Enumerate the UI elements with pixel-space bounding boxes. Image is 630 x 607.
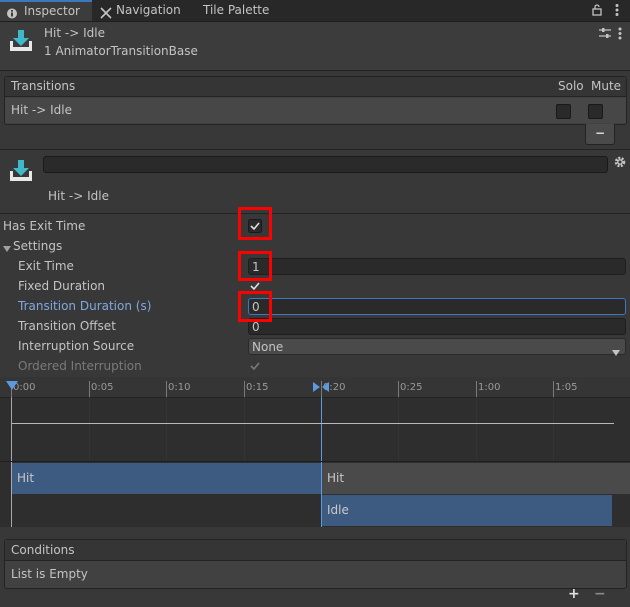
source-state-repeat-bar[interactable]: Hit [322, 463, 630, 494]
ordered-interruption-checkbox[interactable] [248, 359, 262, 373]
conditions-list: Conditions List is Empty [4, 539, 627, 589]
highlight-exit-time [238, 251, 272, 281]
exit-time-field[interactable]: 1 [248, 258, 626, 275]
destination-state-bar[interactable]: Idle [322, 495, 612, 526]
has-exit-time-label: Has Exit Time [3, 219, 86, 233]
transition-row-label: Hit -> Idle [11, 103, 72, 117]
header-title: Hit -> Idle [44, 26, 105, 40]
transition-offset-label: Transition Offset [18, 319, 116, 333]
tab-inspector[interactable]: Inspector [0, 0, 92, 21]
transition-title: Hit -> Idle [48, 189, 109, 203]
tab-navigation[interactable]: Navigation [100, 0, 200, 21]
divider [0, 461, 630, 462]
tab-navigation-label: Navigation [116, 3, 181, 17]
source-state-bar[interactable]: Hit [12, 463, 321, 494]
transition-duration-label: Transition Duration (s) [18, 299, 152, 313]
conditions-header-label: Conditions [11, 543, 75, 557]
info-icon [6, 6, 18, 19]
list-item[interactable]: Hit -> Idle [5, 98, 626, 123]
navigation-icon [100, 5, 112, 19]
tick-label: 0:15 [246, 382, 269, 393]
conditions-empty-text: List is Empty [11, 567, 88, 581]
tab-tile-palette-label: Tile Palette [203, 3, 270, 17]
tab-bar: Inspector Navigation Tile Palette [0, 0, 630, 22]
mute-header-label: Mute [591, 79, 622, 93]
transition-icon [10, 30, 32, 52]
ordered-interruption-label: Ordered Interruption [18, 359, 142, 373]
exit-time-label: Exit Time [18, 259, 74, 273]
chevron-down-icon [612, 344, 620, 356]
fixed-duration-label: Fixed Duration [18, 279, 106, 293]
tab-tile-palette[interactable]: Tile Palette [203, 0, 269, 21]
preset-icon[interactable] [599, 27, 611, 39]
transitions-list: Transitions Solo Mute Hit -> Idle [4, 76, 627, 125]
tab-inspector-label: Inspector [24, 4, 80, 18]
mute-checkbox[interactable] [588, 104, 603, 119]
remove-condition-button[interactable]: − [594, 586, 606, 602]
header-subtitle: 1 AnimatorTransitionBase [44, 44, 198, 58]
transitions-header-label: Transitions [11, 79, 76, 93]
start-marker-icon[interactable] [6, 380, 18, 390]
gear-icon[interactable] [614, 156, 626, 168]
interruption-source-value: None [252, 340, 284, 354]
transition-name-input[interactable] [43, 156, 608, 173]
tick-label: 1:05 [555, 382, 578, 393]
divider [0, 149, 630, 150]
transition-marker-icon[interactable] [313, 381, 329, 392]
transitions-list-header: Transitions Solo Mute [5, 77, 626, 97]
tick-label: 1:00 [478, 382, 501, 393]
settings-foldout-label[interactable]: Settings [13, 239, 62, 253]
remove-transition-button[interactable]: − [585, 124, 615, 145]
curve-line [12, 423, 614, 424]
interruption-source-dropdown[interactable]: None [248, 338, 626, 356]
highlight-transition-duration [238, 291, 272, 322]
transition-duration-field[interactable]: 0 [248, 298, 626, 315]
interruption-source-label: Interruption Source [18, 339, 135, 353]
inspector-header: Hit -> Idle 1 AnimatorTransitionBase [0, 22, 630, 71]
highlight-has-exit-time [238, 207, 272, 240]
solo-checkbox[interactable] [556, 104, 571, 119]
divider [0, 213, 630, 214]
transition-timeline[interactable]: 0:00 0:05 0:10 0:15 0:20 0:25 1:00 1:05 … [0, 377, 630, 527]
solo-header-label: Solo [558, 79, 584, 93]
lock-icon[interactable] [592, 3, 602, 16]
settings-foldout-icon[interactable] [3, 242, 11, 252]
tick-label: 0:05 [91, 382, 114, 393]
add-condition-button[interactable]: + [568, 586, 580, 602]
timeline-ruler: 0:00 0:05 0:10 0:15 0:20 0:25 1:00 1:05 [0, 377, 630, 398]
start-line [11, 397, 12, 527]
conditions-header: Conditions [5, 540, 626, 561]
transition-offset-field[interactable]: 0 [248, 318, 626, 335]
tick-label: 0:25 [400, 382, 423, 393]
transition-detail-icon [10, 160, 32, 182]
more-options-icon[interactable] [614, 3, 620, 17]
tick-label: 0:10 [168, 382, 191, 393]
header-more-icon[interactable] [617, 27, 623, 40]
